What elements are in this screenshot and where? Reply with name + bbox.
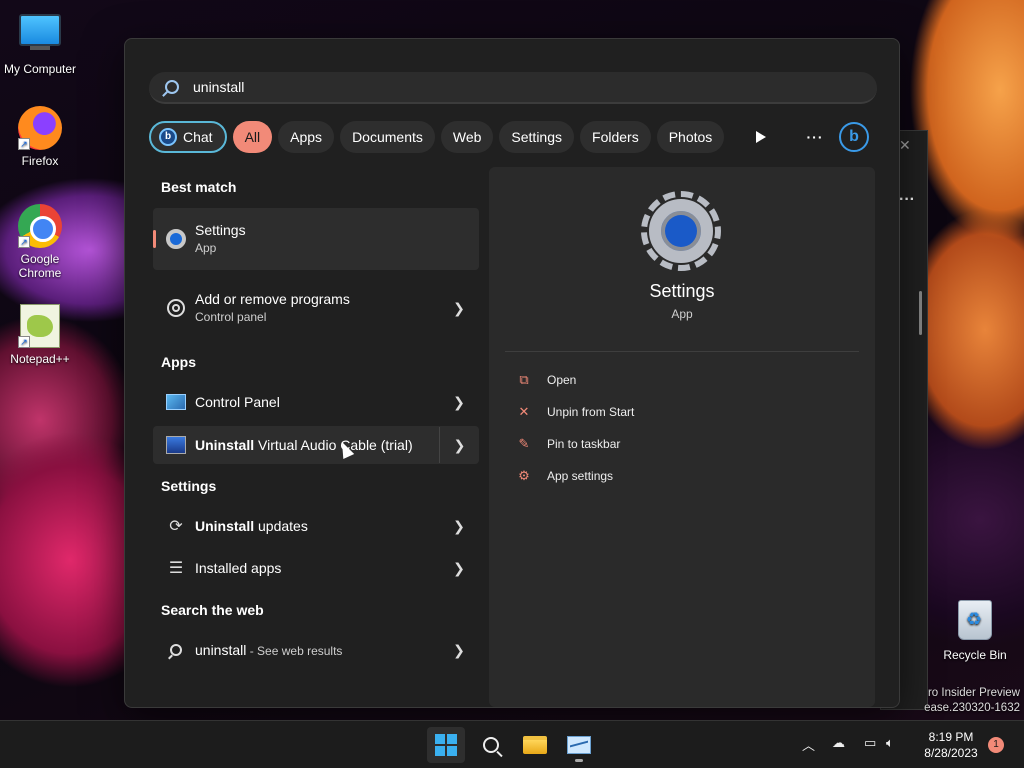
section-apps: Apps	[161, 354, 196, 370]
refresh-icon: ⟳	[169, 518, 183, 535]
insider-watermark: ro Insider Preview ease.230320-1632	[924, 687, 1020, 714]
desktop-icon-my-computer[interactable]: My Computer	[0, 8, 80, 76]
installer-icon	[165, 434, 187, 456]
more-options-icon[interactable]: ···	[899, 191, 915, 209]
result-title: Installed apps	[195, 560, 282, 576]
chevron-up-icon[interactable]: ︿	[802, 735, 815, 754]
task-manager-button[interactable]	[560, 727, 598, 763]
chevron-right-icon[interactable]: ❯	[439, 300, 479, 317]
start-button[interactable]	[427, 727, 465, 763]
search-icon	[165, 80, 179, 94]
notepadpp-icon: ↗	[18, 304, 62, 348]
filter-bar: b Chat All Apps Documents Web Settings F…	[149, 121, 725, 153]
result-control-panel[interactable]: Control Panel ❯	[153, 382, 479, 422]
play-icon[interactable]	[745, 121, 777, 153]
search-input[interactable]	[193, 79, 793, 95]
ellipsis-icon[interactable]: ···	[799, 121, 831, 153]
scrollbar[interactable]	[919, 291, 922, 335]
filter-settings[interactable]: Settings	[499, 121, 575, 153]
notification-badge[interactable]: 1	[988, 737, 1004, 753]
folder-icon	[523, 736, 547, 754]
result-title: Settings	[195, 222, 246, 238]
desktop-icon-notepadpp[interactable]: ↗ Notepad++	[0, 304, 80, 366]
taskbar-search-button[interactable]	[472, 727, 510, 763]
result-title: Uninstall updates	[195, 518, 308, 534]
section-search-web: Search the web	[161, 602, 264, 618]
chevron-right-icon[interactable]: ❯	[439, 394, 479, 411]
result-virtual-audio-cable[interactable]: Uninstall Virtual Audio Cable (trial) ❯	[153, 426, 479, 464]
action-unpin-from-start[interactable]: ✕ Unpin from Start	[517, 404, 635, 420]
taskbar: ︿ ☁ ▭ 🔈︎ 8:19 PM 8/28/2023 1	[0, 720, 1024, 768]
action-pin-to-taskbar[interactable]: ✎ Pin to taskbar	[517, 436, 621, 452]
settings-gear-icon	[165, 228, 187, 250]
filter-photos[interactable]: Photos	[656, 121, 725, 153]
search-box[interactable]	[149, 72, 877, 104]
result-title: Uninstall Virtual Audio Cable (trial)	[195, 437, 413, 453]
result-uninstall-updates[interactable]: ⟳ Uninstall updates ❯	[153, 506, 479, 546]
pin-icon: ✎	[518, 436, 530, 451]
search-icon	[165, 639, 187, 661]
windows-logo-icon	[435, 734, 457, 756]
search-icon	[483, 737, 499, 753]
filter-documents[interactable]: Documents	[340, 121, 435, 153]
network-icon[interactable]: ▭	[864, 735, 876, 751]
chevron-right-icon[interactable]: ❯	[439, 560, 479, 577]
preview-pane: Settings App ⧉ Open ✕ Unpin from Start ✎…	[489, 167, 875, 707]
chrome-icon: ↗	[18, 204, 62, 248]
result-title: uninstall - See web results	[195, 641, 343, 658]
unpin-icon: ✕	[518, 404, 530, 419]
recycle-bin-icon	[953, 600, 997, 644]
filter-folders[interactable]: Folders	[580, 121, 651, 153]
divider	[505, 351, 859, 352]
desktop-icon-label: Google Chrome	[18, 252, 62, 280]
filter-chat[interactable]: b Chat	[149, 121, 227, 153]
section-best-match: Best match	[161, 179, 237, 195]
result-title: Add or remove programs	[195, 291, 350, 307]
monitor-icon	[18, 14, 62, 58]
action-app-settings[interactable]: ⚙ App settings	[517, 468, 613, 484]
bing-icon[interactable]: b	[838, 121, 870, 153]
desktop-icon-label: Firefox	[21, 154, 59, 168]
firefox-icon: ↗	[18, 106, 62, 150]
result-installed-apps[interactable]: ☰ Installed apps ❯	[153, 548, 479, 588]
desktop-icon-firefox[interactable]: ↗ Firefox	[0, 106, 80, 168]
control-panel-icon	[165, 391, 187, 413]
result-subtitle: App	[195, 241, 217, 255]
action-open[interactable]: ⧉ Open	[517, 372, 576, 388]
clock[interactable]: 8:19 PM 8/28/2023	[916, 729, 986, 761]
filter-apps[interactable]: Apps	[278, 121, 335, 153]
desktop-icon-label: Notepad++	[10, 352, 70, 366]
file-explorer-button[interactable]	[516, 727, 554, 763]
chevron-right-icon[interactable]: ❯	[439, 427, 479, 463]
preview-title: Settings	[649, 281, 715, 301]
result-add-remove-programs[interactable]: Add or remove programs Control panel ❯	[153, 279, 479, 337]
filter-all[interactable]: All	[232, 121, 273, 153]
close-icon[interactable]: ✕	[899, 137, 911, 154]
task-manager-icon	[567, 736, 591, 754]
volume-icon[interactable]: 🔈︎	[886, 735, 894, 751]
chevron-right-icon[interactable]: ❯	[439, 518, 479, 535]
settings-gear-icon	[641, 191, 721, 271]
result-settings-app[interactable]: Settings App	[153, 208, 479, 270]
onedrive-offline-icon[interactable]: ☁	[832, 735, 845, 751]
desktop-icon-label: My Computer	[3, 62, 77, 76]
desktop-icon-label: Recycle Bin	[943, 648, 1007, 662]
result-web-search[interactable]: uninstall - See web results ❯	[153, 630, 479, 670]
filter-web[interactable]: Web	[440, 121, 494, 153]
chevron-right-icon[interactable]: ❯	[439, 642, 479, 659]
desktop-icon-recycle-bin[interactable]: Recycle Bin	[935, 600, 1015, 662]
list-icon: ☰	[168, 560, 184, 577]
desktop-icon-chrome[interactable]: ↗ Google Chrome	[0, 204, 80, 280]
search-panel: b Chat All Apps Documents Web Settings F…	[124, 38, 900, 708]
gear-icon	[165, 297, 187, 319]
bing-chat-icon: b	[159, 128, 177, 146]
result-subtitle: Control panel	[195, 310, 267, 324]
section-settings: Settings	[161, 478, 217, 494]
preview-subtitle: App	[671, 307, 693, 321]
result-title: Control Panel	[195, 394, 280, 410]
gear-icon: ⚙	[518, 468, 530, 483]
open-external-icon: ⧉	[519, 372, 529, 387]
